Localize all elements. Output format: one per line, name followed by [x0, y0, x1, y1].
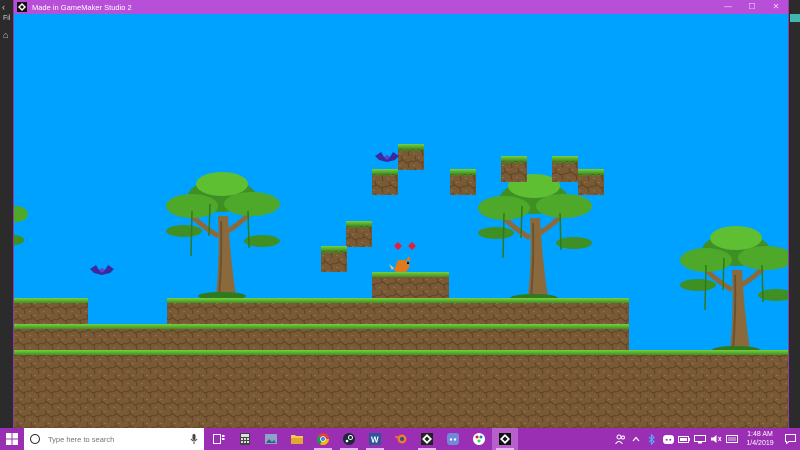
gamemaker-icon[interactable]: [414, 428, 440, 450]
system-tray: 1:48 AM 1/4/2019: [612, 428, 800, 450]
word-icon[interactable]: W: [362, 428, 388, 450]
windows-icon: [6, 433, 18, 445]
task-view-icon[interactable]: [206, 428, 232, 450]
start-button[interactable]: [0, 428, 24, 450]
ide-menu-fragment[interactable]: Fil: [3, 15, 10, 22]
tree-edge-fragment: [14, 206, 28, 245]
svg-text:W: W: [371, 436, 379, 445]
maximize-button[interactable]: ☐: [740, 0, 764, 14]
window-titlebar[interactable]: Made in GameMaker Studio 2 — ☐ ✕: [14, 0, 788, 14]
gem-pickup: [408, 242, 416, 250]
bluetooth-icon[interactable]: [644, 428, 660, 450]
clock-time: 1:48 AM: [747, 431, 773, 438]
game-canvas: [14, 143, 788, 428]
gem-pickup: [394, 242, 402, 250]
taskbar-app-icons: W: [206, 428, 518, 450]
photos-icon[interactable]: [258, 428, 284, 450]
ground-tier-bottom: [14, 350, 788, 428]
game-scene[interactable]: [14, 14, 788, 428]
tree-middle: [478, 174, 592, 302]
ide-tab-indicator: [790, 14, 800, 22]
ide-background-right: [788, 0, 800, 428]
discord-icon[interactable]: [440, 428, 466, 450]
taskbar-search-box[interactable]: [24, 428, 204, 450]
tree-right: [680, 226, 788, 354]
bat-enemy: [375, 152, 399, 162]
network-icon[interactable]: [692, 428, 708, 450]
gamemaker-icon: [17, 2, 27, 12]
tree-left: [166, 172, 280, 300]
clock-date: 1/4/2019: [746, 440, 774, 447]
bat-enemy: [90, 265, 114, 275]
battery-icon[interactable]: [676, 428, 692, 450]
window-title: Made in GameMaker Studio 2: [32, 2, 132, 12]
windows-taskbar: W: [0, 428, 800, 450]
chevron-up-icon[interactable]: [628, 428, 644, 450]
search-icon: [30, 434, 40, 444]
keyboard-icon[interactable]: [724, 428, 740, 450]
file-explorer-icon[interactable]: [284, 428, 310, 450]
calculator-icon[interactable]: [232, 428, 258, 450]
ground-tier-middle: [14, 324, 629, 350]
ide-back-arrow[interactable]: ‹: [2, 2, 5, 12]
search-input[interactable]: [46, 433, 180, 445]
window-controls: — ☐ ✕: [716, 0, 788, 14]
discord-tray-icon[interactable]: [660, 428, 676, 450]
game-window[interactable]: Made in GameMaker Studio 2 — ☐ ✕: [14, 0, 788, 428]
notification-center-icon[interactable]: [780, 428, 800, 450]
minimize-button[interactable]: —: [716, 0, 740, 14]
steam-icon[interactable]: [336, 428, 362, 450]
paint-icon[interactable]: [466, 428, 492, 450]
gamemaker-runner-icon[interactable]: [492, 428, 518, 450]
player-fox: [389, 256, 411, 272]
blender-icon[interactable]: [388, 428, 414, 450]
people-icon[interactable]: [612, 428, 628, 450]
ide-background-left: ‹ Fil ⌂: [0, 0, 14, 428]
close-button[interactable]: ✕: [764, 0, 788, 14]
taskbar-clock[interactable]: 1:48 AM 1/4/2019: [740, 430, 780, 448]
chrome-icon[interactable]: [310, 428, 336, 450]
microphone-icon[interactable]: [190, 434, 198, 444]
home-icon[interactable]: ⌂: [3, 30, 8, 40]
volume-icon[interactable]: [708, 428, 724, 450]
